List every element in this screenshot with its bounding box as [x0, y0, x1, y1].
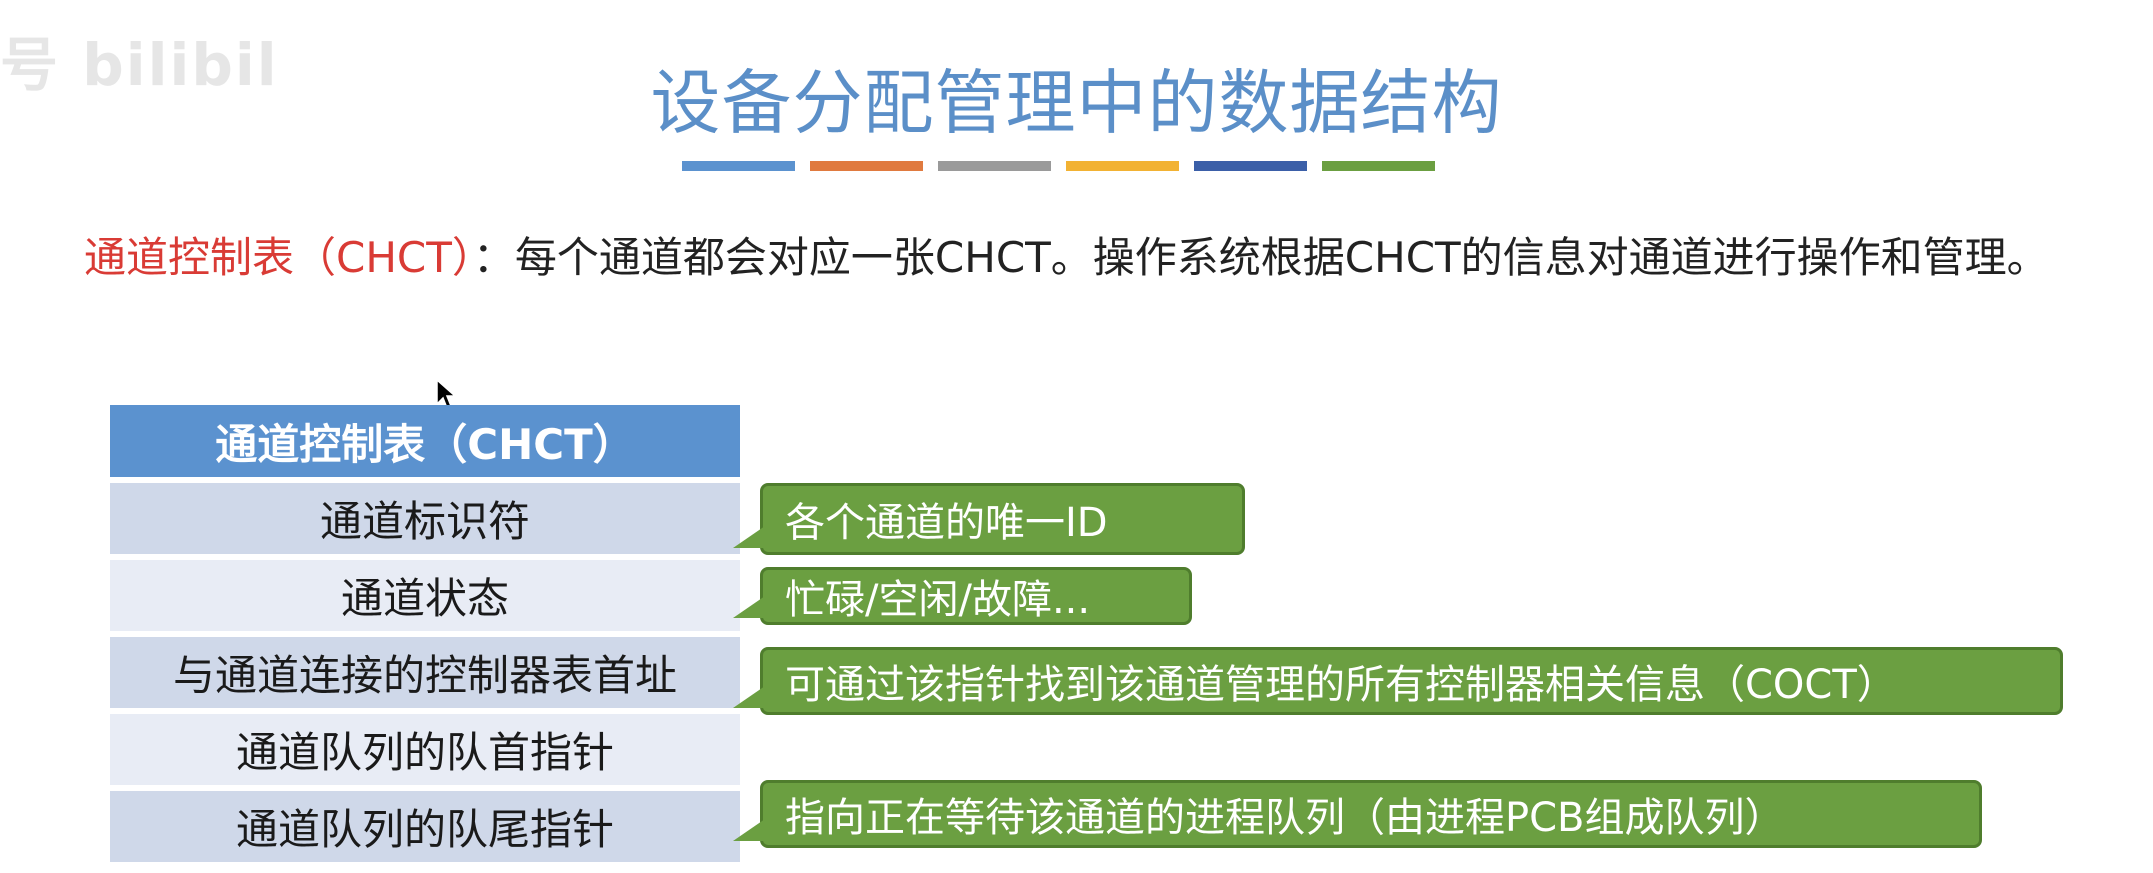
intro-text: 每个通道都会对应一张CHCT。操作系统根据CHCT的信息对通道进行操作和管理。: [514, 233, 2049, 282]
table-row-channel-status: 通道状态: [110, 560, 740, 631]
callout-controller-info: 可通过该指针找到该通道管理的所有控制器相关信息（COCT）: [733, 647, 2063, 715]
title-underline-bars: [682, 161, 1435, 171]
intro-separator: ：: [472, 233, 515, 282]
title-bar-3: [938, 161, 1051, 171]
callout-process-queue: 指向正在等待该通道的进程队列（由进程PCB组成队列）: [733, 780, 1982, 848]
callout-pointer: [733, 526, 765, 548]
title-bar-4: [1066, 161, 1179, 171]
intro-term: 通道控制表（CHCT）: [84, 233, 473, 282]
table-row-controller-table-address: 与通道连接的控制器表首址: [110, 637, 740, 708]
callout-pointer: [733, 819, 765, 841]
title-bar-2: [810, 161, 923, 171]
chct-table: 通道控制表（CHCT） 通道标识符 通道状态 与通道连接的控制器表首址 通道队列…: [110, 405, 740, 868]
chct-table-header: 通道控制表（CHCT）: [110, 405, 740, 477]
callout-channel-id: 各个通道的唯一ID: [733, 483, 1245, 555]
title-bar-5: [1194, 161, 1307, 171]
title-bar-6: [1322, 161, 1435, 171]
intro-paragraph: 通道控制表（CHCT）：每个通道都会对应一张CHCT。操作系统根据CHCT的信息…: [84, 228, 2134, 288]
slide-title: 设备分配管理中的数据结构: [650, 62, 1503, 144]
callout-pointer: [733, 686, 765, 708]
callout-text: 忙碌/空闲/故障...: [785, 577, 1091, 623]
title-bar-1: [682, 161, 795, 171]
callout-channel-status: 忙碌/空闲/故障...: [733, 567, 1192, 625]
table-row-channel-id: 通道标识符: [110, 483, 740, 554]
table-row-queue-tail-pointer: 通道队列的队尾指针: [110, 791, 740, 862]
callout-pointer: [733, 596, 765, 618]
table-row-queue-head-pointer: 通道队列的队首指针: [110, 714, 740, 785]
callout-text: 指向正在等待该通道的进程队列（由进程PCB组成队列）: [785, 795, 1785, 841]
callout-text: 各个通道的唯一ID: [785, 500, 1108, 546]
callout-text: 可通过该指针找到该通道管理的所有控制器相关信息（COCT）: [785, 662, 1897, 708]
